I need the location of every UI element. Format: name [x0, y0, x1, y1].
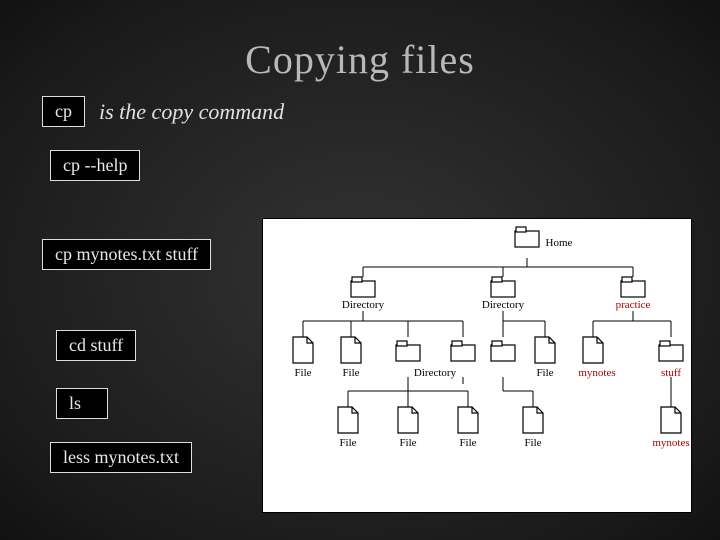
filesystem-diagram: Home Directory Directory practice File F… — [262, 218, 692, 513]
label-file-e: File — [399, 437, 416, 449]
label-file-g: File — [524, 437, 541, 449]
label-file-a: File — [294, 367, 311, 379]
label-home: Home — [546, 237, 573, 249]
label-file-f: File — [459, 437, 476, 449]
cmd-cp-mynotes: cp mynotes.txt stuff — [42, 239, 211, 270]
label-file-d: File — [339, 437, 356, 449]
cmd-cd-stuff: cd stuff — [56, 330, 136, 361]
label-dir1: Directory — [342, 299, 384, 311]
label-practice: practice — [616, 299, 651, 311]
label-stuff: stuff — [661, 367, 681, 379]
cmd-cp-help: cp --help — [50, 150, 140, 181]
label-dir3: Directory — [414, 367, 456, 379]
label-dir2: Directory — [482, 299, 524, 311]
cp-description: is the copy command — [99, 99, 284, 125]
cmd-ls: ls — [56, 388, 108, 419]
label-file-c: File — [536, 367, 553, 379]
cmd-cp: cp — [42, 96, 85, 127]
slide-title: Copying files — [0, 36, 720, 83]
cmd-less-mynotes: less mynotes.txt — [50, 442, 192, 473]
label-mynotes2: mynotes — [652, 437, 689, 449]
line1: cp is the copy command — [42, 96, 284, 127]
label-mynotes: mynotes — [578, 367, 615, 379]
label-file-b: File — [342, 367, 359, 379]
